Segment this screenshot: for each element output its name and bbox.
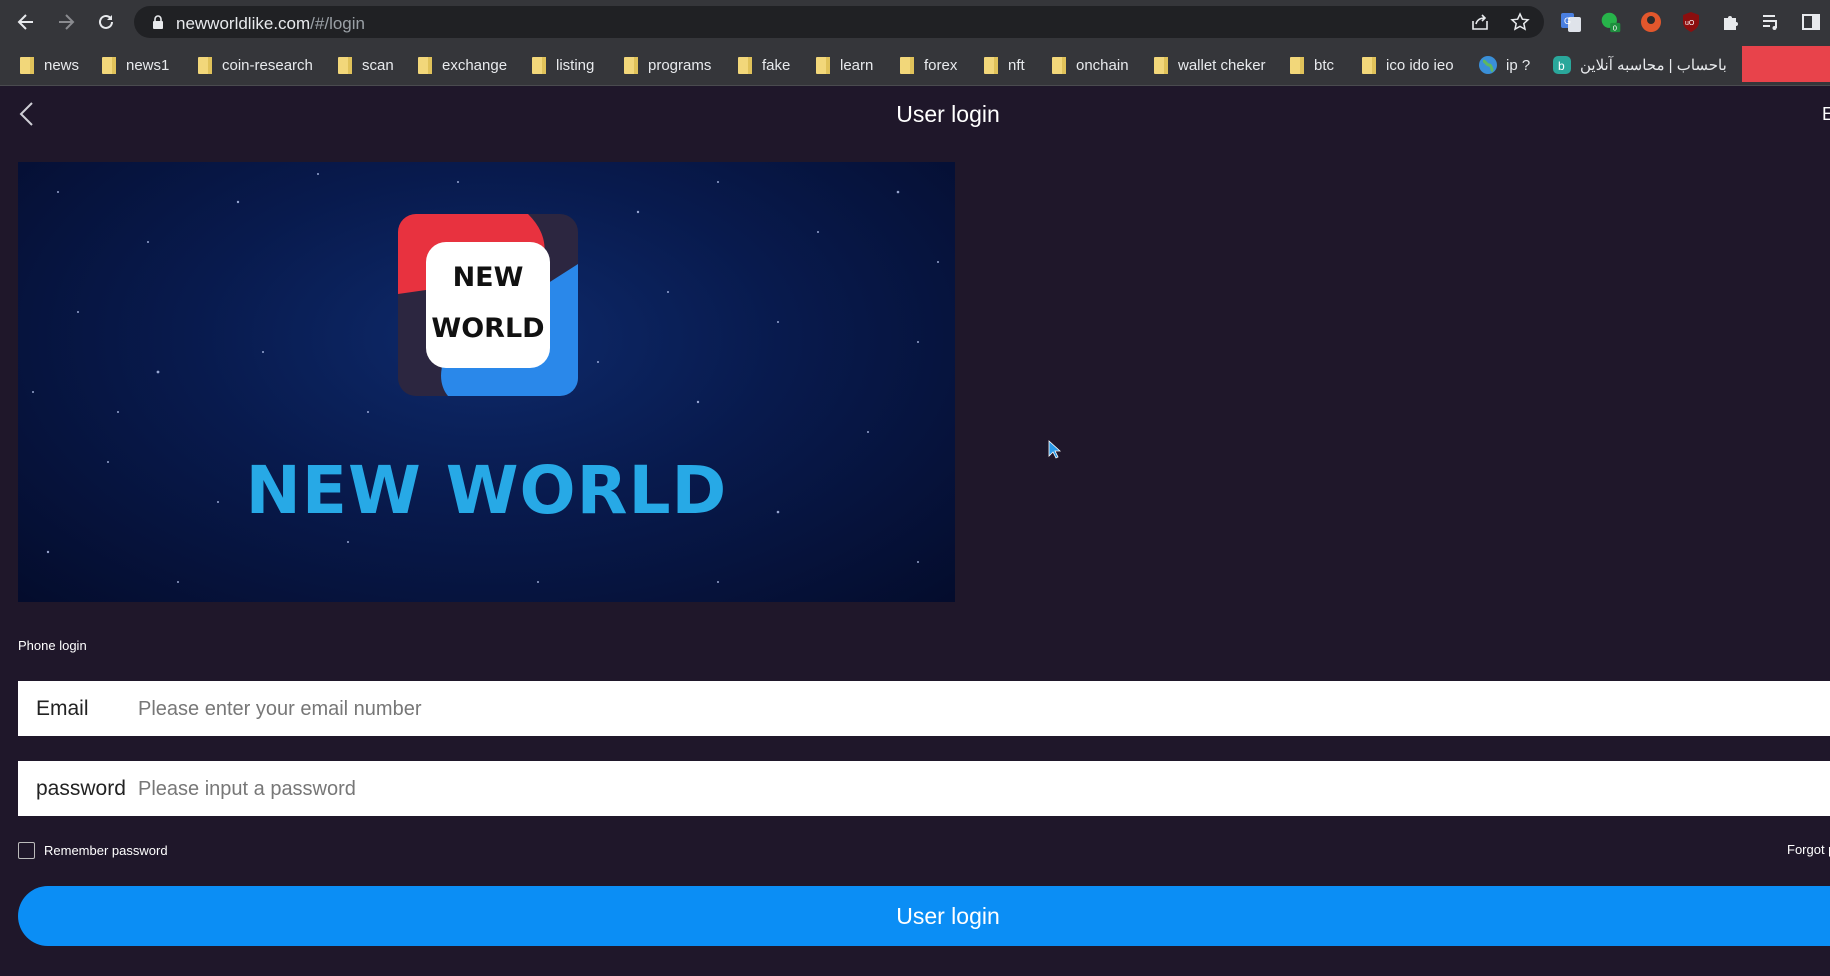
bookmark-label: programs xyxy=(648,56,712,74)
logo-line2: WORLD xyxy=(431,313,545,344)
bookmark-label: learn xyxy=(840,56,874,74)
bookmark-label: forex xyxy=(924,56,958,74)
bookmark-label: ico ido ieo xyxy=(1386,56,1454,74)
bookmark-label: btc xyxy=(1314,56,1335,74)
svg-text:b: b xyxy=(1558,59,1565,73)
bookmark-label: nft xyxy=(1008,56,1025,74)
bookmark-label: scan xyxy=(362,56,394,74)
password-input[interactable] xyxy=(136,771,740,807)
reload-icon[interactable] xyxy=(94,10,118,34)
bookmark-news1[interactable]: news1 xyxy=(102,54,169,76)
lock-icon[interactable] xyxy=(148,12,168,32)
bookmark-nft[interactable]: nft xyxy=(984,54,1025,76)
bookmark-label: ip ? xyxy=(1506,56,1531,74)
svg-text:G: G xyxy=(1564,16,1571,26)
email-field: Email xyxy=(18,681,1830,736)
bookmark-listing[interactable]: listing xyxy=(532,54,594,76)
forgot-password-link[interactable]: Forgot p xyxy=(1787,842,1830,857)
folder-icon xyxy=(418,56,432,74)
email-input[interactable] xyxy=(136,691,440,727)
folder-icon xyxy=(624,56,638,74)
bookmark-programs[interactable]: programs xyxy=(624,54,711,76)
address-bar[interactable]: newworldlike.com/#/login xyxy=(134,6,1544,38)
extension-orange-icon[interactable] xyxy=(1640,11,1662,33)
folder-icon xyxy=(102,56,116,74)
folder-icon xyxy=(1154,56,1168,74)
bookmark-forex[interactable]: forex xyxy=(900,54,957,76)
url-host: newworldlike.com xyxy=(176,14,311,33)
bookmark-wallet-cheker[interactable]: wallet cheker xyxy=(1154,54,1266,76)
remember-password[interactable]: Remember password xyxy=(18,842,168,859)
folder-icon xyxy=(532,56,546,74)
ublock-icon[interactable]: uO xyxy=(1680,11,1702,33)
folder-icon xyxy=(198,56,212,74)
bookmark-label: باحساب | محاسبه آنلاین xyxy=(1580,57,1727,74)
folder-icon xyxy=(816,56,830,74)
browser-toolbar: newworldlike.com/#/login G 0 uO xyxy=(0,0,1830,44)
url-text: newworldlike.com/#/login xyxy=(176,14,365,34)
folder-icon xyxy=(738,56,752,74)
password-field: password xyxy=(18,761,1830,816)
bookmark-ico-ido-ieo[interactable]: ico ido ieo xyxy=(1362,54,1454,76)
brand-text: NEW WORLD xyxy=(245,452,728,529)
bookmark-star-icon[interactable] xyxy=(1510,12,1530,32)
remember-label: Remember password xyxy=(44,843,168,858)
hero-banner: NEW WORLD NEW WORLD xyxy=(18,162,955,602)
password-label: password xyxy=(36,777,126,800)
folder-icon xyxy=(900,56,914,74)
bookmark-learn[interactable]: learn xyxy=(816,54,873,76)
bookmark-onchain[interactable]: onchain xyxy=(1052,54,1129,76)
bookmark-label: wallet cheker xyxy=(1178,56,1266,74)
bookmark-label: news1 xyxy=(126,56,170,74)
bahesab-icon: b xyxy=(1552,55,1572,75)
folder-icon xyxy=(20,56,34,74)
bookmark-label: onchain xyxy=(1076,56,1129,74)
extension-green-icon[interactable]: 0 xyxy=(1600,11,1622,33)
globe-icon xyxy=(1478,55,1498,75)
bookmark-label: exchange xyxy=(442,56,508,74)
bookmark-coin-research[interactable]: coin-research xyxy=(198,54,313,76)
folder-icon xyxy=(1052,56,1066,74)
bookmark-news[interactable]: news xyxy=(20,54,79,76)
bookmark-btc[interactable]: btc xyxy=(1290,54,1334,76)
bookmark-fake[interactable]: fake xyxy=(738,54,790,76)
logo-line1: NEW xyxy=(452,262,524,293)
login-button[interactable]: User login xyxy=(18,886,1830,946)
extensions-puzzle-icon[interactable] xyxy=(1720,11,1742,33)
bookmark-exchange[interactable]: exchange xyxy=(418,54,507,76)
side-panel-icon[interactable] xyxy=(1800,11,1822,33)
email-label: Email xyxy=(36,697,89,720)
bookmark-label: coin-research xyxy=(222,56,313,74)
extension-badge: 0 xyxy=(1613,23,1617,32)
forward-icon[interactable] xyxy=(54,10,78,34)
svg-text:uO: uO xyxy=(1685,20,1695,27)
bookmark-red-block[interactable] xyxy=(1742,46,1830,82)
back-icon[interactable] xyxy=(14,10,38,34)
bookmark-label: fake xyxy=(762,56,791,74)
folder-icon xyxy=(1362,56,1376,74)
folder-icon xyxy=(984,56,998,74)
folder-icon xyxy=(1290,56,1304,74)
new-world-logo: NEW WORLD xyxy=(398,214,578,396)
remember-checkbox[interactable] xyxy=(18,842,35,859)
phone-login-tab[interactable]: Phone login xyxy=(18,638,87,653)
bookmarks-bar: news news1 coin-research scan exchange l… xyxy=(0,44,1830,86)
share-icon[interactable] xyxy=(1470,12,1490,32)
login-button-label: User login xyxy=(896,903,1000,929)
bookmark-label: news xyxy=(44,56,80,74)
bookmark-ip[interactable]: ip ? xyxy=(1478,54,1530,76)
folder-icon xyxy=(338,56,352,74)
bookmark-label: listing xyxy=(556,56,595,74)
page-title: User login xyxy=(896,101,1000,127)
url-path: /#/login xyxy=(310,14,365,33)
language-toggle[interactable]: E xyxy=(1822,104,1830,125)
google-translate-icon[interactable]: G xyxy=(1560,11,1582,33)
bookmark-scan[interactable]: scan xyxy=(338,54,394,76)
mouse-cursor-icon xyxy=(1048,440,1062,465)
bookmark-bahesab[interactable]: b باحساب | محاسبه آنلاین xyxy=(1552,54,1727,76)
media-queue-icon[interactable] xyxy=(1760,11,1782,33)
